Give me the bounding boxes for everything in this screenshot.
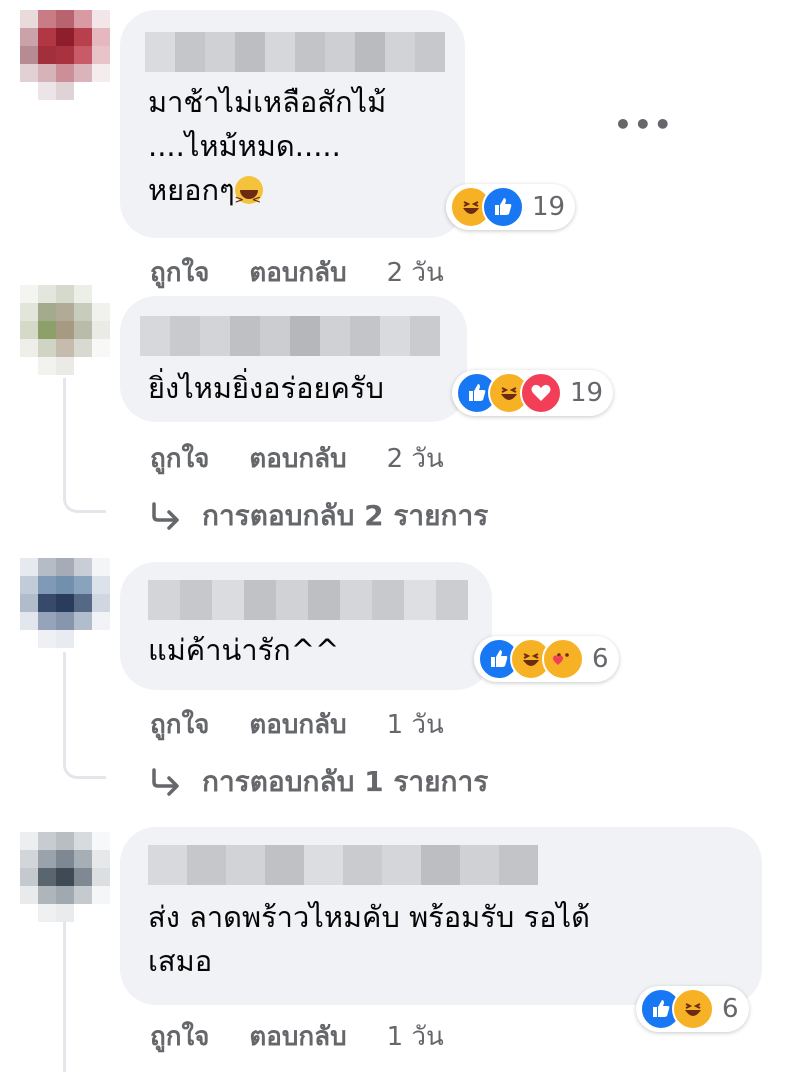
reply-button[interactable]: ตอบกลับ [249, 252, 346, 293]
like-button[interactable]: ถูกใจ [150, 252, 209, 293]
comment-text: แม่ค้าน่ารัก^^ [148, 633, 340, 667]
comment-bubble: แม่ค้าน่ารัก^^ [120, 562, 492, 690]
reply-button[interactable]: ตอบกลับ [249, 704, 346, 745]
commenter-name[interactable] [145, 32, 445, 72]
reply-button[interactable]: ตอบกลับ [249, 1016, 346, 1057]
view-replies-label[interactable]: การตอบกลับ 1 รายการ [202, 760, 488, 804]
love-reaction-icon [520, 372, 562, 414]
like-reaction-icon [482, 186, 524, 228]
avatar[interactable] [20, 285, 110, 375]
timestamp[interactable]: 2 วัน [387, 438, 444, 479]
view-replies-link[interactable]: การตอบกลับ 1 รายการ [150, 760, 488, 804]
reaction-count: 6 [722, 994, 739, 1024]
thread-line [63, 740, 106, 779]
reply-button[interactable]: ตอบกลับ [249, 438, 346, 479]
commenter-name[interactable] [148, 845, 538, 885]
thread-line [63, 922, 66, 1072]
reaction-summary[interactable]: 6 [474, 636, 619, 682]
reaction-count: 6 [592, 644, 609, 674]
view-replies-link[interactable]: การตอบกลับ 2 รายการ [150, 494, 488, 538]
care-reaction-icon [542, 638, 584, 680]
timestamp[interactable]: 1 วัน [387, 704, 444, 745]
reply-arrow-icon [152, 502, 179, 530]
more-options-icon[interactable]: ••• [614, 108, 674, 141]
reaction-summary[interactable]: 6 [636, 986, 749, 1032]
like-button[interactable]: ถูกใจ [150, 704, 209, 745]
reaction-summary[interactable]: 19 [452, 370, 614, 416]
view-replies-label[interactable]: การตอบกลับ 2 รายการ [202, 494, 488, 538]
reply-arrow-icon [152, 768, 179, 796]
comment-bubble: ยิ่งไหมยิ่งอร่อยครับ [120, 296, 467, 422]
comment-bubble: มาช้าไม่เหลือสักไม้ ....ไหม้หมด..... หยอ… [120, 10, 465, 238]
avatar[interactable] [20, 832, 110, 922]
reaction-count: 19 [532, 192, 566, 222]
comment-actions: ถูกใจ ตอบกลับ 2 วัน [150, 438, 444, 479]
comment-text: ยิ่งไหมยิ่งอร่อยครับ [148, 371, 384, 405]
commenter-name[interactable] [148, 580, 468, 620]
avatar[interactable] [20, 558, 110, 648]
like-button[interactable]: ถูกใจ [150, 438, 209, 479]
timestamp[interactable]: 2 วัน [387, 252, 444, 293]
reaction-count: 19 [570, 378, 604, 408]
commenter-name[interactable] [140, 316, 440, 356]
like-button[interactable]: ถูกใจ [150, 1016, 209, 1057]
comment-text: มาช้าไม่เหลือสักไม้ ....ไหม้หมด..... หยอ… [148, 80, 386, 222]
comment-actions: ถูกใจ ตอบกลับ 1 วัน [150, 1016, 444, 1057]
timestamp[interactable]: 1 วัน [387, 1016, 444, 1057]
avatar[interactable] [20, 10, 110, 100]
thread-line [63, 470, 106, 513]
reaction-summary[interactable]: 19 [446, 184, 576, 230]
haha-reaction-icon [672, 988, 714, 1030]
comment-bubble: ส่ง ลาดพร้าวไหมคับ พร้อมรับ รอได้ เสมอ [120, 827, 762, 1005]
comment-text: ส่ง ลาดพร้าวไหมคับ พร้อมรับ รอได้ เสมอ [148, 900, 590, 978]
comment-actions: ถูกใจ ตอบกลับ 2 วัน [150, 252, 444, 293]
comment-actions: ถูกใจ ตอบกลับ 1 วัน [150, 704, 444, 745]
grinning-squinting-face-emoji [234, 176, 263, 222]
